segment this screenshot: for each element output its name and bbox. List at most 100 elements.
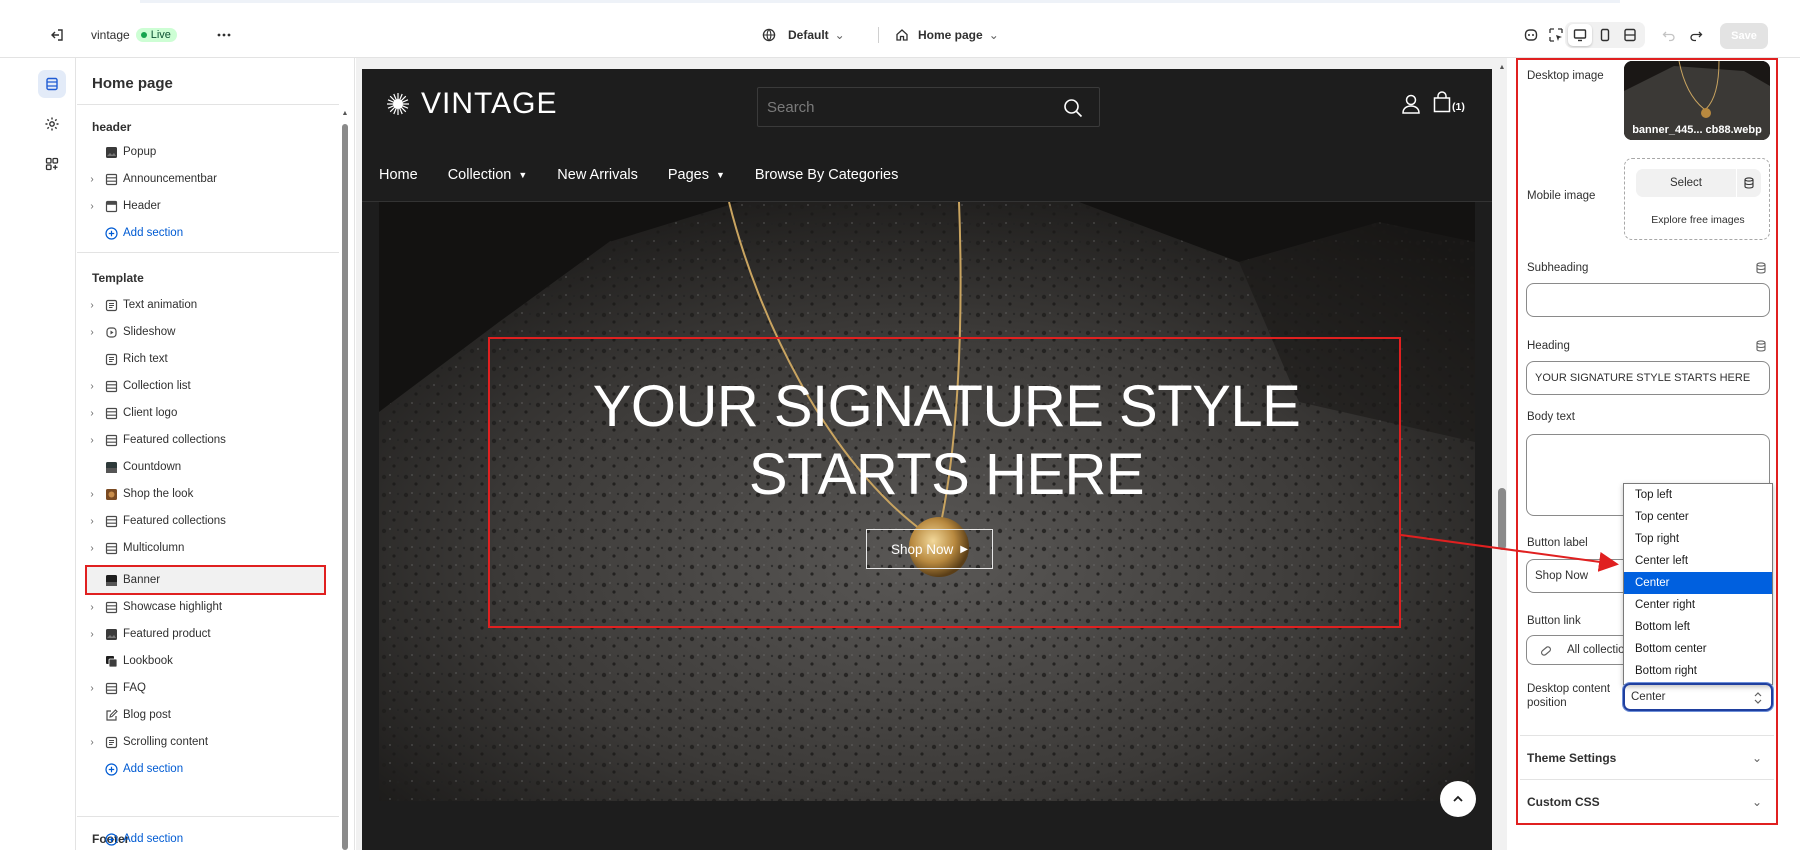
tree-item-collection-list[interactable]: › Collection list	[85, 374, 339, 398]
position-dropdown-list[interactable]: Top left Top center Top right Center lef…	[1623, 483, 1773, 685]
scrollbar-thumb[interactable]	[342, 124, 348, 850]
tree-item-popup[interactable]: Popup	[85, 140, 339, 164]
preview-scrollbar[interactable]: ▲	[1497, 60, 1507, 850]
chevron-right-icon[interactable]: ›	[85, 629, 99, 640]
back-to-top-button[interactable]	[1440, 781, 1476, 817]
chevron-right-icon[interactable]: ›	[85, 489, 99, 500]
chevron-right-icon[interactable]: ›	[85, 737, 99, 748]
database-icon[interactable]	[1755, 262, 1767, 274]
chevron-right-icon[interactable]: ›	[85, 381, 99, 392]
tree-item-faq[interactable]: › FAQ	[85, 676, 339, 700]
tree-item-lookbook[interactable]: Lookbook	[85, 649, 339, 673]
tree-item-scrolling-content[interactable]: › Scrolling content	[85, 730, 339, 754]
mobile-image-dropzone[interactable]: Select Explore free images	[1624, 158, 1770, 240]
database-icon[interactable]	[1737, 169, 1761, 197]
mobile-view-button[interactable]	[1593, 24, 1617, 46]
option-top-right[interactable]: Top right	[1624, 528, 1772, 550]
add-section-footer[interactable]: Add section	[85, 827, 339, 851]
desktop-content-position-select[interactable]: Center	[1623, 683, 1773, 711]
store-search-input[interactable]: Search	[757, 87, 1100, 127]
desktop-image-thumbnail[interactable]: banner_445... cb88.webp	[1624, 61, 1770, 140]
undo-icon[interactable]	[1657, 23, 1681, 47]
sidekick-icon[interactable]	[1519, 23, 1543, 47]
option-top-left[interactable]: Top left	[1624, 484, 1772, 506]
nav-home[interactable]: Home	[379, 167, 418, 183]
cart-bag-icon[interactable]	[1433, 91, 1451, 113]
tree-scrollbar[interactable]: ▲	[341, 110, 349, 850]
chevron-up-icon	[1453, 795, 1463, 802]
settings-rail-button[interactable]	[38, 110, 66, 138]
scroll-up-icon[interactable]: ▲	[1498, 64, 1506, 71]
exit-icon[interactable]	[45, 23, 69, 47]
chevron-right-icon[interactable]: ›	[85, 300, 99, 311]
mobile-icon	[1600, 28, 1610, 42]
button-link-input[interactable]: All collectio	[1526, 635, 1626, 665]
tree-item-header[interactable]: › Header	[85, 194, 339, 218]
desktop-view-button[interactable]	[1568, 24, 1592, 46]
tree-item-featured-product[interactable]: › Featured product	[85, 622, 339, 646]
database-icon[interactable]	[1755, 340, 1767, 352]
nav-new-arrivals[interactable]: New Arrivals	[557, 167, 638, 183]
add-section-header[interactable]: Add section	[85, 221, 339, 245]
button-label-input[interactable]: Shop Now	[1526, 559, 1626, 593]
search-icon[interactable]	[1063, 98, 1083, 118]
chevron-right-icon[interactable]: ›	[85, 683, 99, 694]
option-top-center[interactable]: Top center	[1624, 506, 1772, 528]
add-section-template[interactable]: Add section	[85, 757, 339, 781]
tree-item-rich-text[interactable]: Rich text	[85, 347, 339, 371]
account-icon[interactable]	[1401, 93, 1421, 115]
chevron-right-icon[interactable]: ›	[85, 327, 99, 338]
chevron-right-icon[interactable]: ›	[85, 543, 99, 554]
chevron-right-icon[interactable]: ›	[85, 408, 99, 419]
theme-selector[interactable]: Default ⌄	[762, 24, 845, 46]
chevron-right-icon[interactable]: ›	[85, 174, 99, 185]
chevron-right-icon[interactable]: ›	[85, 602, 99, 613]
theme-settings-accordion[interactable]: Theme Settings ⌄	[1520, 735, 1774, 779]
tree-item-shop-the-look[interactable]: › Shop the look	[85, 482, 339, 506]
tree-item-announcementbar[interactable]: › Announcementbar	[85, 167, 339, 191]
chevron-right-icon[interactable]: ›	[85, 201, 99, 212]
option-center-right[interactable]: Center right	[1624, 594, 1772, 616]
page-selector[interactable]: Home page ⌄	[895, 24, 999, 46]
scrollbar-thumb[interactable]	[1498, 488, 1506, 550]
tree-item-multicolumn[interactable]: › Multicolumn	[85, 536, 339, 560]
tree-item-featured-collections[interactable]: › Featured collections	[85, 428, 339, 452]
option-center-left[interactable]: Center left	[1624, 550, 1772, 572]
nav-collection[interactable]: Collection ▼	[448, 167, 528, 183]
select-image-button[interactable]: Select	[1636, 169, 1736, 197]
store-name[interactable]: vintage	[91, 28, 130, 42]
tree-item-countdown[interactable]: Countdown	[85, 455, 339, 479]
redo-icon[interactable]	[1684, 23, 1708, 47]
option-bottom-right[interactable]: Bottom right	[1624, 660, 1772, 682]
apps-rail-button[interactable]	[38, 150, 66, 178]
banner-heading[interactable]: YOUR SIGNATURE STYLE STARTS HERE	[490, 373, 1403, 509]
custom-css-accordion[interactable]: Custom CSS ⌄	[1520, 779, 1774, 823]
sections-rail-button[interactable]	[38, 70, 66, 98]
nav-pages[interactable]: Pages ▼	[668, 167, 725, 183]
chevron-right-icon[interactable]: ›	[85, 516, 99, 527]
chevron-right-icon[interactable]: ›	[85, 435, 99, 446]
store-logo[interactable]: VINTAGE	[385, 87, 557, 121]
option-bottom-center[interactable]: Bottom center	[1624, 638, 1772, 660]
more-icon[interactable]	[212, 23, 236, 47]
tree-item-text-animation[interactable]: › Text animation	[85, 293, 339, 317]
section-icon	[104, 681, 118, 695]
tree-item-slideshow[interactable]: › Slideshow	[85, 320, 339, 344]
explore-free-images-link[interactable]: Explore free images	[1625, 214, 1771, 226]
tree-item-label: Scrolling content	[123, 736, 209, 748]
subheading-input[interactable]	[1526, 283, 1770, 317]
tree-item-label: Featured collections	[123, 515, 226, 527]
scroll-up-icon[interactable]: ▲	[341, 110, 349, 117]
option-center-selected[interactable]: Center	[1624, 572, 1772, 594]
fullwidth-view-button[interactable]	[1618, 24, 1642, 46]
save-button[interactable]: Save	[1720, 23, 1768, 49]
nav-browse-categories[interactable]: Browse By Categories	[755, 167, 898, 183]
tree-item-showcase-highlight[interactable]: › Showcase highlight	[85, 595, 339, 619]
shop-now-button[interactable]: Shop Now ▶	[866, 529, 993, 569]
tree-item-blog-post[interactable]: Blog post	[85, 703, 339, 727]
heading-input[interactable]: YOUR SIGNATURE STYLE STARTS HERE	[1526, 361, 1770, 395]
option-bottom-left[interactable]: Bottom left	[1624, 616, 1772, 638]
tree-item-featured-collections-2[interactable]: › Featured collections	[85, 509, 339, 533]
tree-item-banner[interactable]: Banner	[85, 568, 326, 592]
tree-item-client-logo[interactable]: › Client logo	[85, 401, 339, 425]
